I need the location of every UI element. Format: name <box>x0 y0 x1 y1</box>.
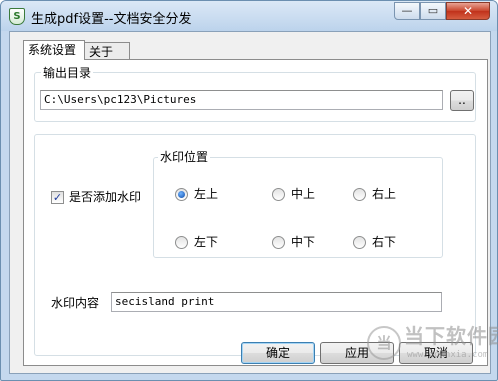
window-title: 生成pdf设置--文档安全分发 <box>31 12 192 27</box>
output-path-field[interactable]: C:\Users\pc123\Pictures <box>40 90 443 110</box>
radio-top-center-label: 中上 <box>291 187 316 201</box>
output-dir-group: 输出目录 C:\Users\pc123\Pictures .. <box>34 66 476 122</box>
watermark-enable-label: 是否添加水印 <box>69 190 142 204</box>
watermark-content-field[interactable]: secisland print <box>111 292 442 312</box>
site-watermark: 当 当下软件园 www.downxia.com <box>367 322 498 366</box>
browse-button[interactable]: .. <box>450 90 474 111</box>
radio-top-right-label: 右上 <box>372 187 397 201</box>
radio-top-left-label: 左上 <box>194 187 219 201</box>
minimize-button[interactable]: — <box>394 2 420 20</box>
site-watermark-text: 当下软件园 <box>404 324 498 348</box>
watermark-enable-checkbox[interactable]: ✓ <box>51 191 64 204</box>
watermark-position-label: 水印位置 <box>158 150 211 164</box>
radio-bottom-left-label: 左下 <box>194 235 219 249</box>
tab-system-settings[interactable]: 系统设置 <box>23 40 85 60</box>
radio-bottom-left[interactable] <box>175 236 188 249</box>
title-bar[interactable]: S 生成pdf设置--文档安全分发 — ▭ ✕ <box>1 1 497 31</box>
radio-bottom-right[interactable] <box>353 236 366 249</box>
radio-bottom-right-label: 右下 <box>372 235 397 249</box>
site-logo-icon: 当 <box>367 326 401 360</box>
radio-bottom-center[interactable] <box>272 236 285 249</box>
shield-icon: S <box>9 8 25 25</box>
site-watermark-url: www.downxia.com <box>407 350 489 360</box>
tab-about[interactable]: 关于 <box>84 42 130 60</box>
radio-top-right[interactable] <box>353 188 366 201</box>
close-button[interactable]: ✕ <box>446 2 490 20</box>
ok-button[interactable]: 确定 <box>241 342 315 364</box>
output-dir-label: 输出目录 <box>41 66 94 80</box>
maximize-button[interactable]: ▭ <box>420 2 446 20</box>
radio-top-center[interactable] <box>272 188 285 201</box>
watermark-content-label: 水印内容 <box>51 296 100 310</box>
radio-top-left[interactable] <box>175 188 188 201</box>
radio-bottom-center-label: 中下 <box>291 235 316 249</box>
watermark-position-group: 水印位置 左上 中上 右上 左下 中下 右下 <box>153 150 443 258</box>
settings-tab-panel: 输出目录 C:\Users\pc123\Pictures .. ✓ 是否添加水印… <box>23 59 488 366</box>
